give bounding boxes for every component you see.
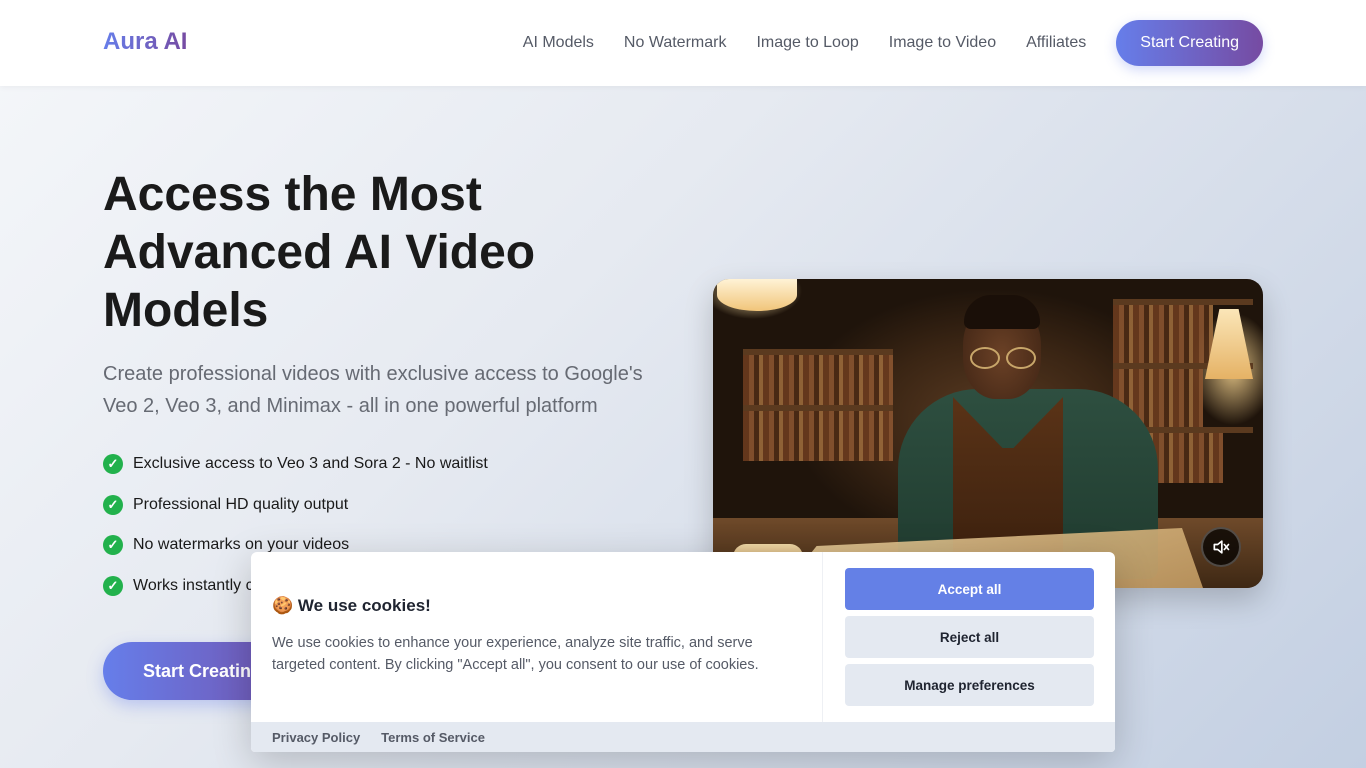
video-subject — [888, 289, 1188, 579]
manage-preferences-button[interactable]: Manage preferences — [845, 664, 1094, 706]
cookie-content: 🍪 We use cookies! We use cookies to enha… — [251, 552, 823, 722]
cookie-footer: Privacy Policy Terms of Service — [251, 722, 1115, 752]
feature-item: ✓ Professional HD quality output — [103, 493, 488, 517]
cookie-title: 🍪 We use cookies! — [272, 596, 431, 616]
volume-muted-icon — [1213, 540, 1230, 554]
nav-link-image-to-video[interactable]: Image to Video — [889, 34, 996, 52]
hero-title: Access the Most Advanced AI Video Models — [103, 168, 536, 337]
privacy-policy-link[interactable]: Privacy Policy — [272, 730, 360, 745]
feature-text: Works instantly c — [133, 577, 254, 595]
nav-link-ai-models[interactable]: AI Models — [523, 34, 594, 52]
glasses — [966, 347, 1040, 369]
feature-item: ✓ Exclusive access to Veo 3 and Sora 2 -… — [103, 452, 488, 476]
bookshelf-books — [743, 355, 893, 405]
nav-start-creating-button[interactable]: Start Creating — [1116, 20, 1263, 66]
cookie-actions: Accept all Reject all Manage preferences — [845, 568, 1094, 712]
accept-all-button[interactable]: Accept all — [845, 568, 1094, 610]
nav-link-no-watermark[interactable]: No Watermark — [624, 34, 727, 52]
lamp — [717, 279, 797, 311]
cookie-consent-dialog: 🍪 We use cookies! We use cookies to enha… — [251, 552, 1115, 752]
top-navbar: Aura AI AI Models No Watermark Image to … — [0, 0, 1366, 86]
check-circle-icon: ✓ — [103, 454, 123, 474]
logo[interactable]: Aura AI — [103, 28, 187, 56]
check-circle-icon: ✓ — [103, 535, 123, 556]
mute-button[interactable] — [1201, 527, 1241, 567]
nav-link-affiliates[interactable]: Affiliates — [1026, 34, 1086, 52]
hero-video[interactable] — [713, 279, 1263, 588]
nav-link-image-to-loop[interactable]: Image to Loop — [756, 34, 858, 52]
check-circle-icon: ✓ — [103, 494, 123, 515]
bookshelf-books — [743, 411, 893, 461]
terms-of-service-link[interactable]: Terms of Service — [381, 730, 485, 745]
reject-all-button[interactable]: Reject all — [845, 616, 1094, 658]
nav-links: AI Models No Watermark Image to Loop Ima… — [523, 20, 1263, 66]
cookie-emoji-icon: 🍪 — [272, 596, 294, 615]
hair — [964, 295, 1040, 329]
feature-text: Exclusive access to Veo 3 and Sora 2 - N… — [133, 455, 488, 472]
cookie-description: We use cookies to enhance your experienc… — [272, 635, 759, 673]
check-circle-icon: ✓ — [103, 576, 123, 597]
feature-text: Professional HD quality output — [133, 495, 349, 513]
hero-subtitle: Create professional videos with exclusiv… — [103, 363, 643, 417]
cookie-title-text: We use cookies! — [297, 596, 431, 615]
